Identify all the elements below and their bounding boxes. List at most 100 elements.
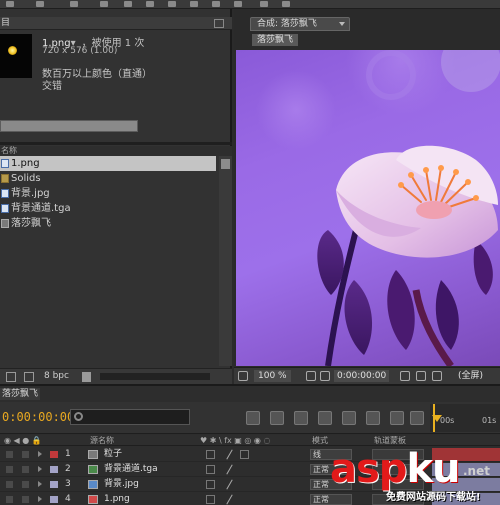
- layer-row[interactable]: 4 1.png 正常: [0, 492, 500, 505]
- layer-switches-header[interactable]: ♥ ✱ \ fx ▣ ◎ ◉ ◌: [200, 435, 270, 446]
- hand-tool-icon[interactable]: [36, 1, 44, 7]
- brush-tool-icon[interactable]: [212, 1, 220, 7]
- time-ruler[interactable]: 00s 01s: [430, 404, 500, 432]
- mode-header[interactable]: 模式: [312, 435, 328, 446]
- track-matte-dropdown[interactable]: [372, 449, 424, 460]
- shy-switch-icon[interactable]: [206, 480, 215, 489]
- selection-tool-icon[interactable]: [6, 1, 14, 7]
- quality-switch-icon[interactable]: [226, 464, 233, 475]
- blend-mode-dropdown[interactable]: 正常: [310, 464, 352, 475]
- composition-viewer[interactable]: [236, 50, 500, 366]
- audio-icon[interactable]: [22, 496, 29, 503]
- current-time-display[interactable]: 0:00:00:00: [334, 370, 390, 382]
- composition-tab[interactable]: 合成: 落莎飘飞: [250, 17, 350, 31]
- quality-switch-icon[interactable]: [226, 479, 233, 490]
- puppet-tool-icon[interactable]: [282, 1, 290, 7]
- project-item[interactable]: 背景.jpg: [0, 186, 232, 201]
- layer-label-color[interactable]: [50, 496, 58, 503]
- channels-icon[interactable]: [432, 371, 442, 381]
- magnification-dropdown[interactable]: 100 %: [254, 370, 291, 382]
- camera-icon[interactable]: [320, 371, 330, 381]
- pan-behind-tool-icon[interactable]: [146, 1, 154, 7]
- new-folder-icon[interactable]: [24, 372, 34, 382]
- project-horizontal-scrollbar[interactable]: [100, 373, 210, 380]
- expand-triangle-icon[interactable]: [38, 466, 42, 472]
- flowchart-icon[interactable]: [221, 159, 230, 169]
- trash-icon[interactable]: [82, 372, 91, 382]
- brainstorm-icon[interactable]: [410, 411, 424, 425]
- comp-mini-flowchart-icon[interactable]: [246, 411, 260, 425]
- timeline-current-time[interactable]: 0:00:00:00: [2, 410, 74, 424]
- draft-3d-icon[interactable]: [294, 411, 308, 425]
- safe-zones-icon[interactable]: [306, 371, 316, 381]
- expand-triangle-icon[interactable]: [38, 496, 42, 502]
- quality-switch-icon[interactable]: [226, 494, 233, 505]
- layer-name[interactable]: 背景通道.tga: [104, 462, 158, 477]
- rotate-tool-icon[interactable]: [100, 1, 108, 7]
- layer-duration-bar[interactable]: [432, 448, 500, 461]
- composition-subtab[interactable]: 落莎飘飞: [252, 34, 299, 46]
- resolution-dropdown[interactable]: (全屏): [456, 370, 485, 382]
- blend-mode-dropdown[interactable]: 正常: [310, 494, 352, 505]
- graph-editor-icon[interactable]: [390, 411, 404, 425]
- pen-tool-icon[interactable]: [168, 1, 176, 7]
- layer-duration-bar[interactable]: [432, 478, 500, 491]
- quality-switch-icon[interactable]: [226, 449, 233, 460]
- panel-divider[interactable]: [0, 142, 232, 145]
- motion-blur-icon[interactable]: [366, 411, 380, 425]
- timeline-tab[interactable]: 落莎飘飞: [0, 388, 40, 400]
- track-matte-dropdown[interactable]: [372, 464, 424, 475]
- blend-mode-dropdown[interactable]: 线: [310, 449, 352, 460]
- layer-name[interactable]: 1.png: [104, 492, 130, 505]
- audio-icon[interactable]: [22, 451, 29, 458]
- expand-triangle-icon[interactable]: [38, 451, 42, 457]
- layer-name[interactable]: 粒子: [104, 447, 122, 462]
- blend-mode-dropdown[interactable]: 正常: [310, 479, 352, 490]
- track-matte-dropdown[interactable]: [372, 494, 424, 505]
- layer-row[interactable]: 1 粒子 线: [0, 447, 500, 462]
- project-search-input[interactable]: [0, 120, 138, 132]
- project-list-scrollbar[interactable]: [219, 156, 232, 366]
- project-item[interactable]: Solids: [0, 171, 232, 186]
- interpret-footage-icon[interactable]: [6, 372, 16, 382]
- source-name-header[interactable]: 源名称: [90, 435, 114, 446]
- show-snapshot-icon[interactable]: [416, 371, 426, 381]
- layer-label-color[interactable]: [50, 466, 58, 473]
- bit-depth-button[interactable]: 8 bpc: [44, 371, 69, 381]
- eye-icon[interactable]: [6, 481, 13, 488]
- fx-switch-icon[interactable]: [240, 450, 249, 459]
- layer-label-color[interactable]: [50, 481, 58, 488]
- project-item[interactable]: 落莎飘飞: [0, 216, 232, 231]
- eye-icon[interactable]: [6, 451, 13, 458]
- snapshot-icon[interactable]: [400, 371, 410, 381]
- project-column-header[interactable]: 名称: [0, 146, 232, 156]
- audio-icon[interactable]: [22, 466, 29, 473]
- eye-icon[interactable]: [6, 496, 13, 503]
- project-item[interactable]: 背景通道.tga: [0, 201, 232, 216]
- always-preview-icon[interactable]: [238, 371, 248, 381]
- layer-name[interactable]: 背景.jpg: [104, 477, 139, 492]
- frame-blending-icon[interactable]: [342, 411, 356, 425]
- panel-menu-icon[interactable]: [214, 19, 224, 28]
- eraser-tool-icon[interactable]: [234, 1, 242, 7]
- audio-icon[interactable]: [22, 481, 29, 488]
- roto-brush-tool-icon[interactable]: [260, 1, 268, 7]
- layer-row[interactable]: 2 背景通道.tga 正常: [0, 462, 500, 477]
- text-tool-icon[interactable]: [190, 1, 198, 7]
- shy-switch-icon[interactable]: [206, 450, 215, 459]
- project-tab[interactable]: 目: [0, 17, 232, 30]
- current-time-indicator[interactable]: [432, 404, 442, 432]
- zoom-tool-icon[interactable]: [70, 1, 78, 7]
- live-update-icon[interactable]: [270, 411, 284, 425]
- track-matte-header[interactable]: 轨道蒙板: [374, 435, 406, 446]
- shy-switch-icon[interactable]: [206, 465, 215, 474]
- hide-shy-layers-icon[interactable]: [318, 411, 332, 425]
- layer-label-color[interactable]: [50, 451, 58, 458]
- project-item[interactable]: 1.png: [0, 156, 216, 171]
- camera-tool-icon[interactable]: [124, 1, 132, 7]
- layer-duration-bar[interactable]: [432, 463, 500, 476]
- chevron-down-icon[interactable]: [339, 22, 345, 26]
- track-matte-dropdown[interactable]: [372, 479, 424, 490]
- shy-switch-icon[interactable]: [206, 495, 215, 504]
- eye-icon[interactable]: [6, 466, 13, 473]
